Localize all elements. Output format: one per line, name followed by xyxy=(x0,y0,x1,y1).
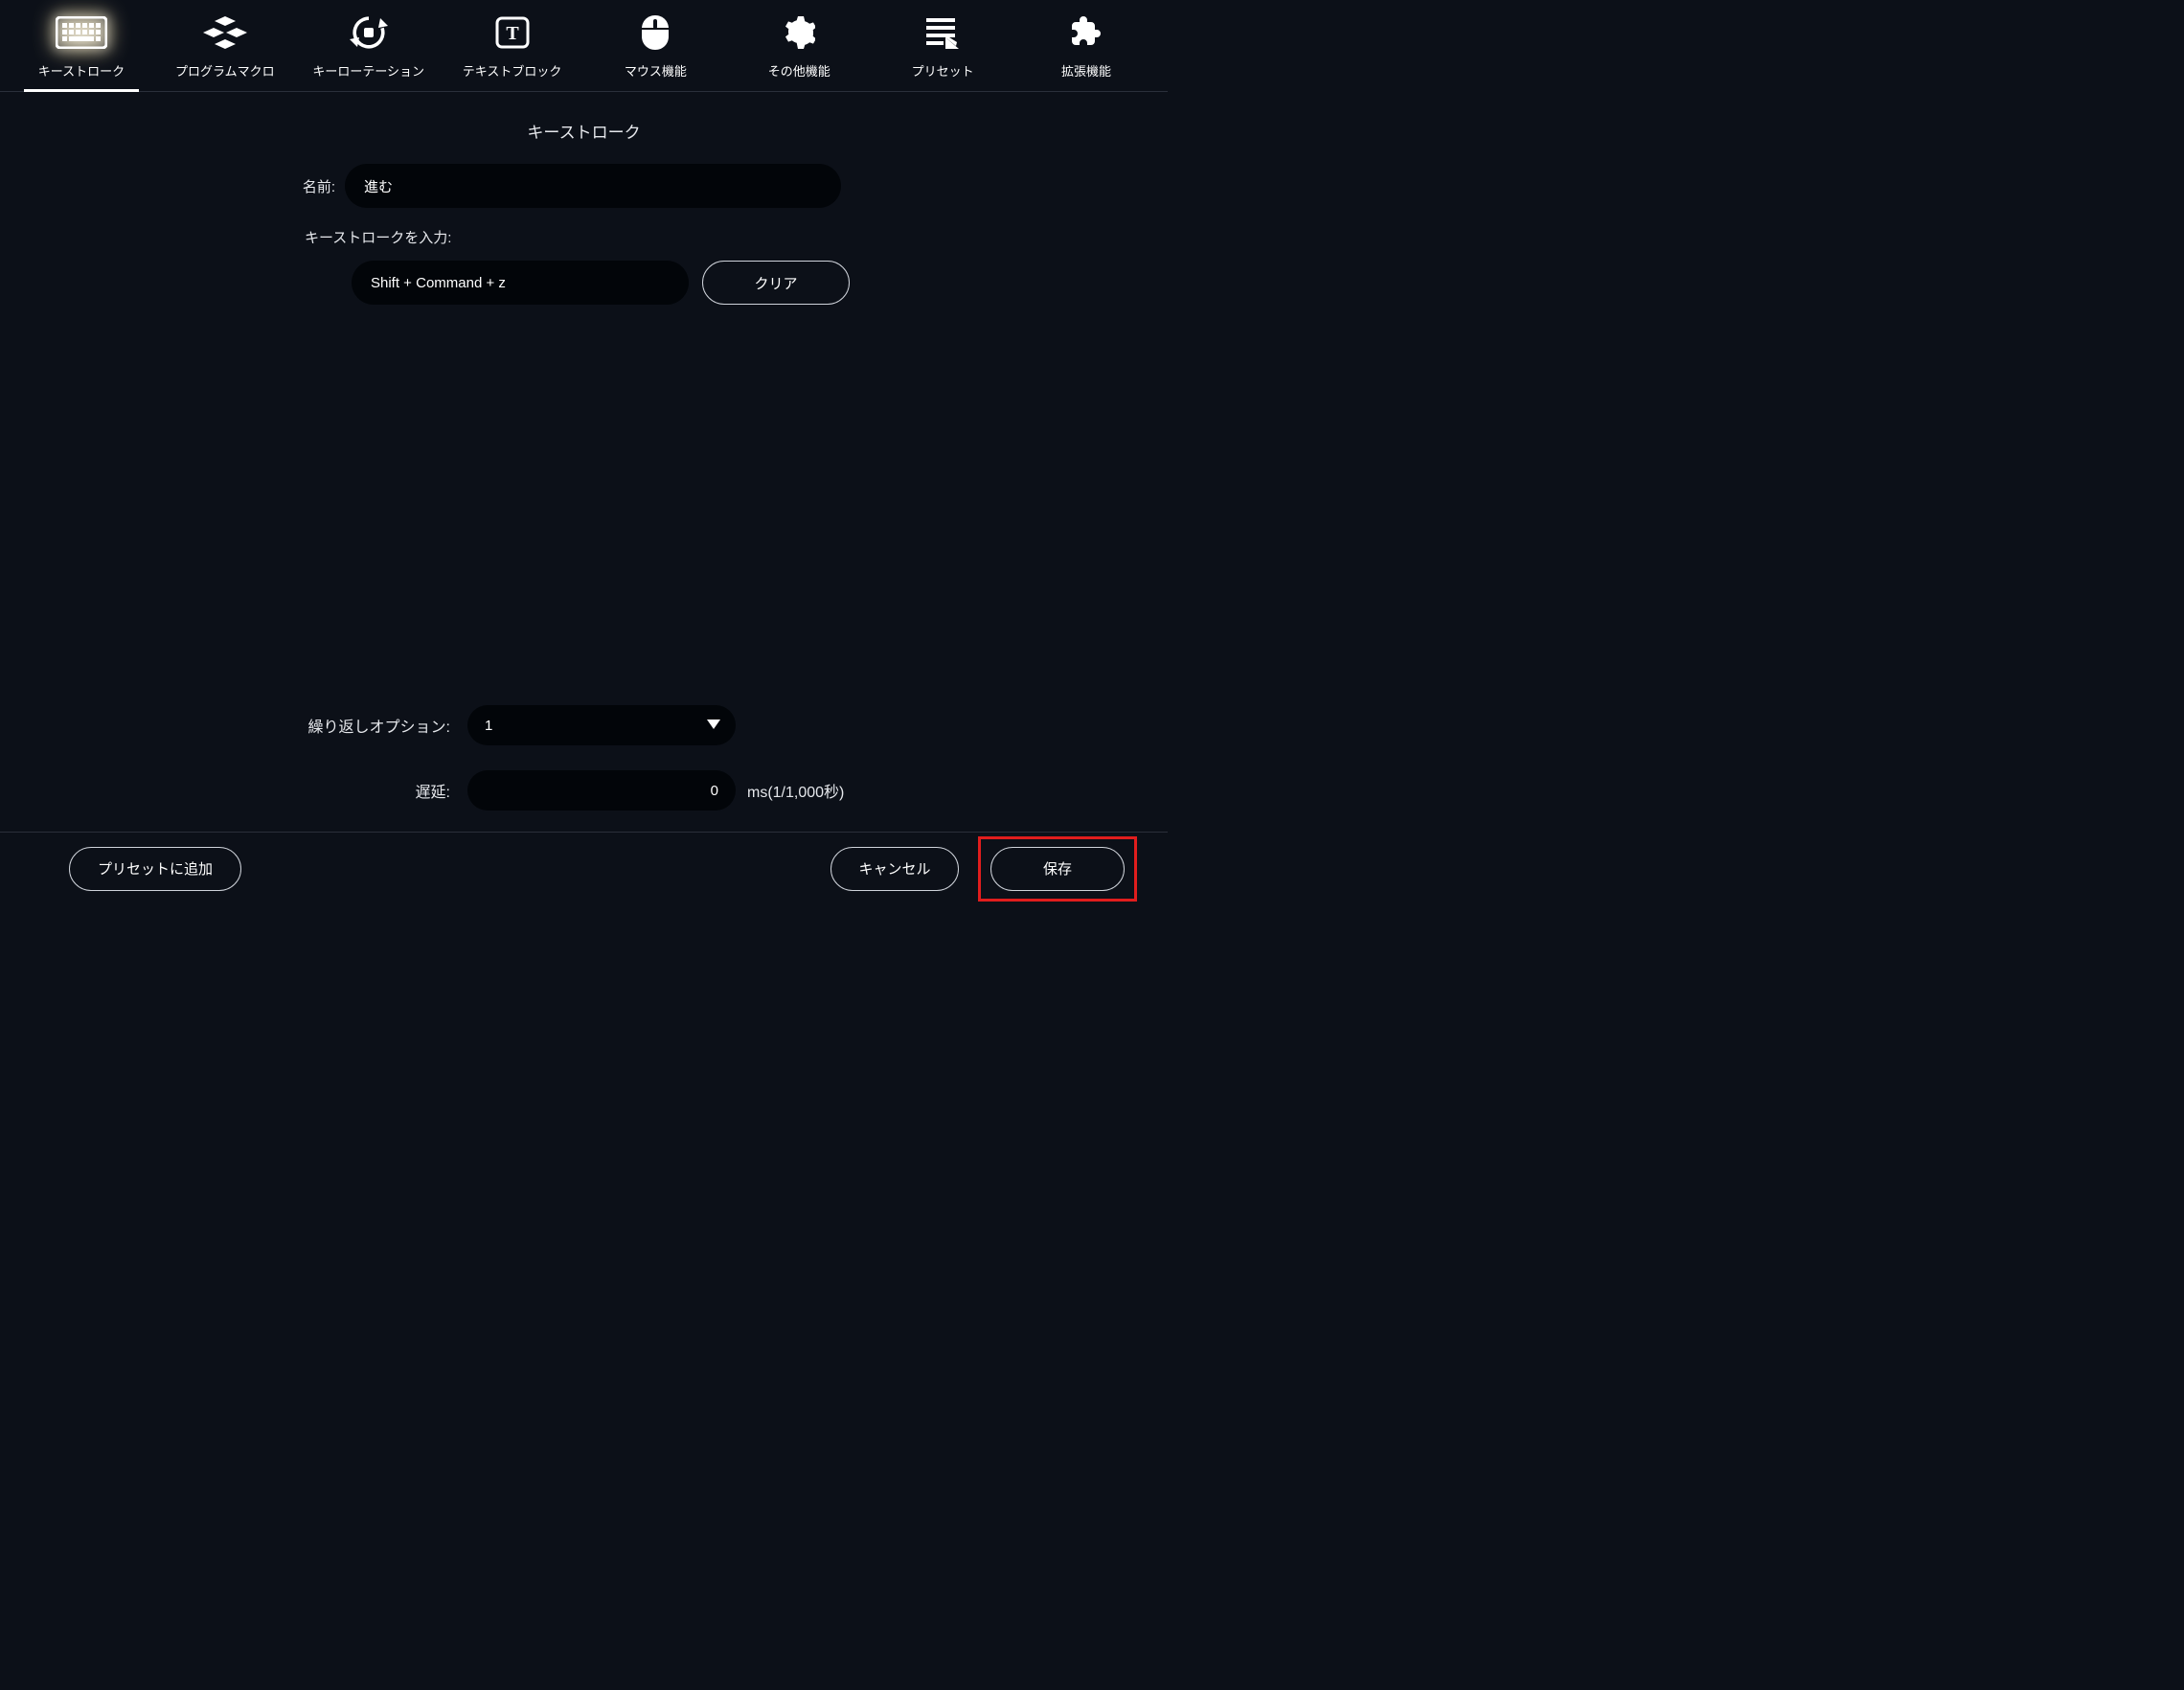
delay-label: 遅延: xyxy=(0,779,467,802)
delay-unit: ms(1/1,000秒) xyxy=(747,779,844,802)
tab-label: 拡張機能 xyxy=(1061,61,1111,80)
svg-text:T: T xyxy=(506,23,519,44)
tab-extension[interactable]: 拡張機能 xyxy=(1014,13,1158,91)
main-panel: キーストローク 名前: キーストロークを入力: クリア 繰り返しオプション: 1 xyxy=(0,92,1168,832)
footer-bar: プリセットに追加 キャンセル 保存 xyxy=(0,832,1168,904)
tab-program-macro[interactable]: プログラムマクロ xyxy=(153,13,297,91)
keyboard-icon xyxy=(56,13,107,52)
tab-label: テキストブロック xyxy=(463,61,562,80)
tab-label: キーストローク xyxy=(38,61,125,80)
tab-keystroke[interactable]: キーストローク xyxy=(10,13,153,91)
name-input[interactable] xyxy=(345,164,841,208)
tab-label: キーローテーション xyxy=(312,61,424,80)
tab-text-block[interactable]: T テキストブロック xyxy=(441,13,584,91)
repeat-row: 繰り返しオプション: 1 xyxy=(0,705,1168,745)
app-root: キーストローク プログラムマクロ xyxy=(0,0,1168,904)
section-title: キーストローク xyxy=(0,119,1168,143)
cancel-button[interactable]: キャンセル xyxy=(830,847,959,891)
gear-icon xyxy=(783,13,815,52)
delay-row: 遅延: ms(1/1,000秒) xyxy=(0,770,1168,811)
clear-button[interactable]: クリア xyxy=(702,261,850,305)
keystroke-row: クリア xyxy=(352,261,1168,305)
keystroke-prompt: キーストロークを入力: xyxy=(305,227,1168,247)
repeat-label: 繰り返しオプション: xyxy=(0,714,467,737)
save-highlight: 保存 xyxy=(978,836,1137,902)
keystroke-input[interactable] xyxy=(352,261,689,305)
repeat-select-wrap: 1 xyxy=(467,705,736,745)
mouse-icon xyxy=(641,13,670,52)
tab-key-rotation[interactable]: キーローテーション xyxy=(297,13,441,91)
delay-input[interactable] xyxy=(467,770,736,811)
tab-bar: キーストローク プログラムマクロ xyxy=(0,0,1168,92)
text-block-icon: T xyxy=(495,13,530,52)
tab-label: マウス機能 xyxy=(625,61,687,80)
name-label: 名前: xyxy=(0,176,345,196)
tab-other[interactable]: その他機能 xyxy=(727,13,871,91)
tab-label: その他機能 xyxy=(768,61,830,80)
rotation-icon xyxy=(350,13,388,52)
repeat-select[interactable]: 1 xyxy=(467,705,736,745)
puzzle-icon xyxy=(1070,13,1103,52)
preset-list-icon xyxy=(926,13,959,52)
tab-label: プリセット xyxy=(912,61,974,80)
save-button[interactable]: 保存 xyxy=(990,847,1125,891)
lower-options: 繰り返しオプション: 1 遅延: ms(1/1,000秒) xyxy=(0,705,1168,824)
tab-preset[interactable]: プリセット xyxy=(871,13,1014,91)
blocks-icon xyxy=(203,13,247,52)
add-to-preset-button[interactable]: プリセットに追加 xyxy=(69,847,241,891)
tab-mouse[interactable]: マウス機能 xyxy=(584,13,728,91)
name-row: 名前: xyxy=(0,164,1168,208)
tab-label: プログラムマクロ xyxy=(175,61,275,80)
